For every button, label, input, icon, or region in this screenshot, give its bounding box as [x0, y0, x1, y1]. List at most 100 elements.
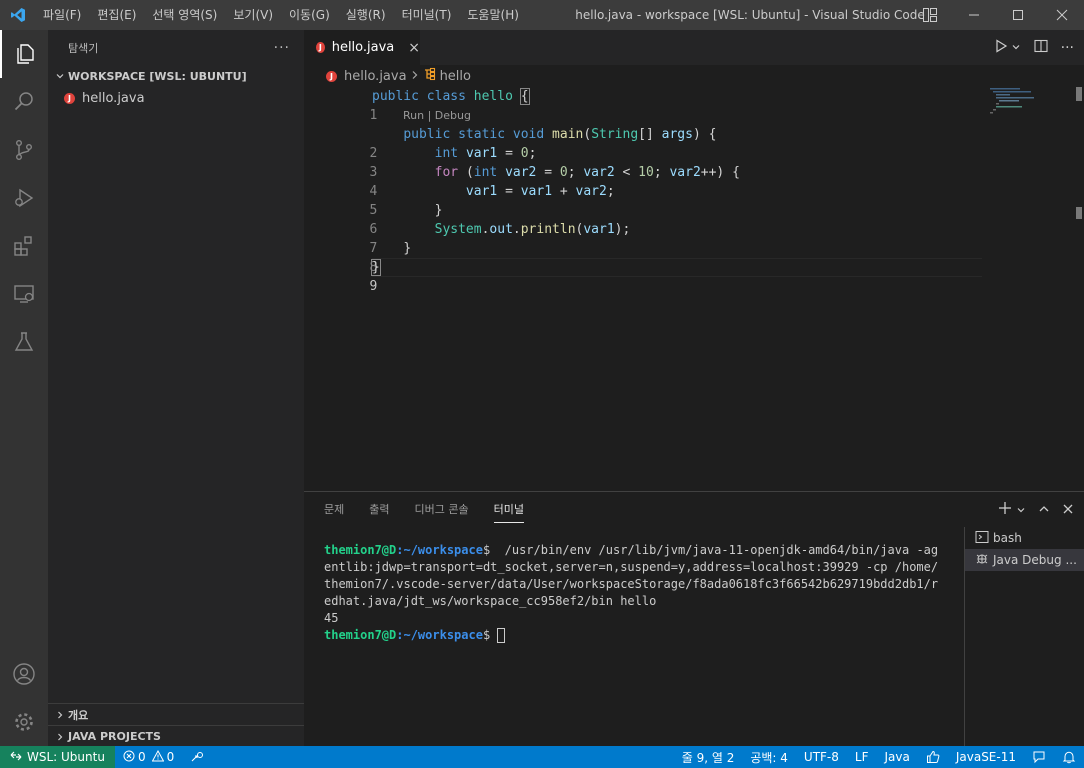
- terminal-output[interactable]: themion7@D:~/workspace$ /usr/bin/env /us…: [324, 542, 944, 644]
- extensions-icon[interactable]: [0, 222, 48, 270]
- menu-view[interactable]: 보기(V): [225, 0, 281, 30]
- tab-label: hello.java: [331, 40, 395, 55]
- java-file-icon: J: [64, 92, 75, 104]
- code-line: 5 var1 = var1 + var2;: [304, 182, 1004, 218]
- feedback-icon[interactable]: [1024, 746, 1054, 768]
- panel-tab-bar: 문제 출력 디버그 콘솔 터미널: [304, 492, 1084, 527]
- window-controls: [908, 0, 1084, 30]
- notifications-bell-icon[interactable]: [1054, 746, 1084, 768]
- java-projects-section[interactable]: JAVA PROJECTS: [48, 725, 304, 747]
- code-editor[interactable]: 1 public class hello { Run | Debug 2 pub…: [304, 87, 1084, 491]
- account-icon[interactable]: [0, 650, 48, 698]
- run-debug-icon[interactable]: [0, 174, 48, 222]
- error-count: 0: [137, 750, 146, 764]
- overview-ruler-marker: [1076, 207, 1082, 219]
- remote-label: WSL: Ubuntu: [27, 750, 105, 764]
- encoding[interactable]: UTF-8: [796, 746, 847, 768]
- port-forward-icon[interactable]: [182, 746, 212, 768]
- code-line: 8 }: [304, 239, 1004, 275]
- remote-indicator[interactable]: WSL: Ubuntu: [0, 746, 115, 768]
- menu-terminal[interactable]: 터미널(T): [394, 0, 460, 30]
- chevron-right-icon: [52, 710, 68, 720]
- java-runtime[interactable]: JavaSE-11: [948, 746, 1024, 768]
- chevron-right-icon: [411, 69, 419, 84]
- more-actions-icon[interactable]: ···: [274, 40, 290, 56]
- menu-run[interactable]: 실행(R): [338, 0, 394, 30]
- line-number: 9: [369, 279, 378, 294]
- bottom-panel: 문제 출력 디버그 콘솔 터미널 themion7@D:~/workspace$…: [304, 491, 1084, 747]
- menu-help[interactable]: 도움말(H): [459, 0, 527, 30]
- layout-icon[interactable]: [908, 0, 952, 30]
- workspace-label: WORKSPACE [WSL: UBUNTU]: [68, 69, 247, 83]
- error-icon: [123, 750, 135, 765]
- workspace-section[interactable]: WORKSPACE [WSL: UBUNTU]: [48, 65, 304, 87]
- explorer-sidebar: 탐색기 ··· WORKSPACE [WSL: UBUNTU] J hello.…: [48, 30, 304, 746]
- chevron-down-icon[interactable]: [1011, 41, 1021, 55]
- code-line: 9 }: [304, 258, 1004, 294]
- more-actions-icon[interactable]: ···: [1061, 40, 1074, 56]
- codelens-run-debug[interactable]: Run | Debug: [403, 106, 471, 125]
- settings-gear-icon[interactable]: [0, 698, 48, 746]
- code-line: 1 public class hello {: [304, 87, 1004, 123]
- java-projects-label: JAVA PROJECTS: [68, 730, 161, 743]
- tab-problems[interactable]: 문제: [324, 492, 344, 527]
- source-control-icon[interactable]: [0, 126, 48, 174]
- split-editor-icon[interactable]: [1033, 38, 1049, 57]
- editor-actions: ···: [993, 30, 1074, 65]
- warning-count: 0: [166, 750, 175, 764]
- tab-hello-java[interactable]: J hello.java ×: [304, 30, 420, 65]
- remote-icon: [10, 750, 22, 765]
- status-bar-right: 줄 9, 열 2 공백: 4 UTF-8 LF Java JavaSE-11: [674, 746, 1084, 768]
- code-line: 3 int var1 = 0;: [304, 144, 1004, 180]
- tab-terminal[interactable]: 터미널: [493, 497, 524, 523]
- menu-go[interactable]: 이동(G): [281, 0, 338, 30]
- title-bar: 파일(F) 편집(E) 선택 영역(S) 보기(V) 이동(G) 실행(R) 터…: [0, 0, 1084, 30]
- tab-debug-console[interactable]: 디버그 콘솔: [415, 492, 469, 527]
- explorer-header: 탐색기 ···: [48, 30, 304, 65]
- code-line: 4 for (int var2 = 0; var2 < 10; var2++) …: [304, 163, 1004, 199]
- run-icon[interactable]: [993, 38, 1009, 57]
- tab-output[interactable]: 출력: [369, 492, 389, 527]
- language-mode[interactable]: Java: [876, 746, 917, 768]
- terminal-item-java-debug[interactable]: Java Debug ...: [965, 549, 1084, 571]
- maximize-icon[interactable]: [996, 0, 1040, 30]
- outline-section[interactable]: 개요: [48, 703, 304, 725]
- close-tab-icon[interactable]: ×: [408, 40, 420, 56]
- chevron-down-icon: [52, 71, 68, 81]
- remote-explorer-icon[interactable]: [0, 270, 48, 318]
- problems-indicator[interactable]: 0 0: [115, 746, 182, 768]
- thumbs-up-icon[interactable]: [918, 746, 948, 768]
- menu-selection[interactable]: 선택 영역(S): [144, 0, 225, 30]
- breadcrumb-class[interactable]: hello: [440, 69, 471, 84]
- cursor-position[interactable]: 줄 9, 열 2: [674, 746, 743, 768]
- minimize-icon[interactable]: [952, 0, 996, 30]
- terminal-item-label: bash: [993, 531, 1022, 545]
- end-of-line[interactable]: LF: [847, 746, 877, 768]
- chevron-down-icon[interactable]: [1016, 500, 1026, 519]
- terminal-icon: [975, 530, 989, 547]
- indentation[interactable]: 공백: 4: [742, 746, 796, 768]
- editor-tab-bar: J hello.java × ···: [304, 30, 1084, 65]
- maximize-panel-icon[interactable]: [1038, 500, 1050, 519]
- vscode-logo-icon: [0, 0, 35, 30]
- code-line: 2 public static void main(String[] args)…: [304, 125, 1004, 161]
- new-terminal-icon[interactable]: [998, 500, 1012, 519]
- terminal-cursor: [497, 628, 506, 643]
- terminal-item-label: Java Debug ...: [993, 553, 1077, 567]
- search-icon[interactable]: [0, 78, 48, 126]
- terminal-item-bash[interactable]: bash: [965, 527, 1084, 549]
- menu-file[interactable]: 파일(F): [35, 0, 89, 30]
- editor-scrollbar[interactable]: [1076, 87, 1082, 101]
- testing-icon[interactable]: [0, 318, 48, 366]
- minimap[interactable]: [988, 87, 1068, 117]
- file-item-hello-java[interactable]: J hello.java: [48, 87, 304, 109]
- class-symbol-icon: [423, 67, 437, 85]
- close-window-icon[interactable]: [1040, 0, 1084, 30]
- terminal-prompt-user: themion7@D: [324, 628, 397, 642]
- terminal-program-output: 45: [324, 611, 339, 625]
- breadcrumb-file[interactable]: hello.java: [344, 69, 407, 84]
- close-panel-icon[interactable]: [1062, 500, 1074, 519]
- explorer-icon[interactable]: [0, 30, 48, 78]
- terminal-prompt-symbol: $: [482, 628, 491, 642]
- menu-edit[interactable]: 편집(E): [89, 0, 144, 30]
